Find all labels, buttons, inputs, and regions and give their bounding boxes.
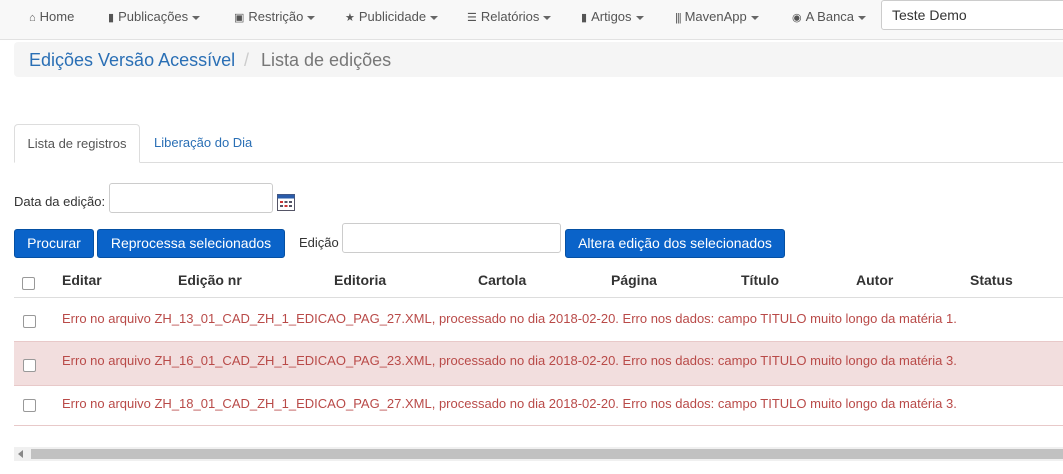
date-label: Data da edição: — [14, 194, 106, 209]
star-icon: ★ — [345, 12, 355, 24]
caret-down-icon — [307, 15, 316, 20]
caret-down-icon — [858, 15, 867, 20]
row-checkbox[interactable] — [23, 399, 36, 412]
select-all-checkbox[interactable] — [22, 277, 35, 290]
search-input[interactable] — [881, 0, 1063, 30]
caret-down-icon — [430, 15, 439, 20]
nav-restricao-label: Restrição — [248, 9, 304, 24]
scroll-left-arrow-icon[interactable] — [18, 450, 23, 458]
nav-publicidade[interactable]: ★ Publicidade — [345, 0, 439, 34]
column-header-editar: Editar — [62, 272, 102, 288]
column-header-edicao-nr: Edição nr — [178, 272, 242, 288]
calendar-icon[interactable] — [277, 193, 295, 211]
caret-down-icon — [543, 15, 552, 20]
edition-label: Edição — [299, 235, 339, 250]
row-error-message: Erro no arquivo ZH_18_01_CAD_ZH_1_EDICAO… — [62, 396, 957, 411]
edition-input[interactable] — [342, 223, 561, 253]
nav-publicidade-label: Publicidade — [358, 9, 427, 24]
nav-mavenapp-label: MavenApp — [684, 9, 747, 24]
horizontal-scrollbar[interactable] — [14, 447, 1063, 461]
list-icon: ☰ — [467, 12, 477, 24]
bookmark-icon: ▮ — [581, 12, 588, 24]
nav-home[interactable]: ⌂ Home — [29, 0, 74, 34]
nav-abanca-label: A Banca — [805, 9, 855, 24]
nav-relatorios[interactable]: ☰ Relatórios — [467, 0, 552, 34]
tab-liberacao-do-dia[interactable]: Liberação do Dia — [154, 124, 252, 162]
table-row: Erro no arquivo ZH_16_01_CAD_ZH_1_EDICAO… — [14, 341, 1063, 385]
top-navbar: ⌂ Home ▮ Publicações ▣ Restrição ★ Publicida… — [0, 0, 1063, 40]
row-checkbox[interactable] — [23, 315, 36, 328]
date-input[interactable] — [109, 183, 273, 213]
row-error-message: Erro no arquivo ZH_16_01_CAD_ZH_1_EDICAO… — [62, 353, 957, 368]
breadcrumb: Edições Versão Acessível / Lista de ediç… — [14, 42, 1063, 77]
nav-publicacoes-label: Publicações — [118, 9, 189, 24]
nav-mavenapp[interactable]: ||| MavenApp — [675, 0, 759, 34]
nav-artigos-label: Artigos — [591, 9, 632, 24]
breadcrumb-separator: / — [244, 50, 250, 70]
tab-lista-de-registros[interactable]: Lista de registros — [14, 124, 140, 163]
nav-relatorios-label: Relatórios — [480, 9, 540, 24]
breadcrumb-link[interactable]: Edições Versão Acessível — [29, 50, 235, 71]
caret-down-icon — [635, 15, 644, 20]
nav-publicacoes[interactable]: ▮ Publicações — [108, 0, 201, 34]
caret-down-icon — [750, 15, 759, 20]
column-header-editoria: Editoria — [334, 272, 387, 288]
column-header-pagina: Página — [611, 272, 657, 288]
nav-restricao[interactable]: ▣ Restrição — [234, 0, 316, 34]
column-header-cartola: Cartola — [478, 272, 527, 288]
home-icon: ⌂ — [29, 12, 36, 24]
scrollbar-thumb[interactable] — [31, 449, 1063, 459]
nav-artigos[interactable]: ▮ Artigos — [581, 0, 644, 34]
barcode-icon: ||| — [675, 12, 682, 24]
nav-abanca[interactable]: ◉ A Banca — [792, 0, 867, 34]
table-row: Erro no arquivo ZH_13_01_CAD_ZH_1_EDICAO… — [14, 297, 1063, 341]
search-button[interactable]: Procurar — [14, 229, 94, 258]
reprocess-selected-button[interactable]: Reprocessa selecionados — [97, 229, 285, 258]
nav-home-label: Home — [39, 9, 75, 24]
row-error-message: Erro no arquivo ZH_13_01_CAD_ZH_1_EDICAO… — [62, 311, 957, 326]
tabs-divider — [14, 162, 1063, 163]
row-checkbox[interactable] — [23, 359, 36, 372]
column-header-status: Status — [970, 272, 1013, 288]
file-icon: ▮ — [108, 12, 115, 24]
lock-icon: ▣ — [234, 12, 245, 24]
table-row: Erro no arquivo ZH_18_01_CAD_ZH_1_EDICAO… — [14, 385, 1063, 426]
change-edition-selected-button[interactable]: Altera edição dos selecionados — [565, 229, 785, 258]
column-header-titulo: Título — [741, 272, 780, 288]
column-header-autor: Autor — [856, 272, 894, 288]
caret-down-icon — [192, 15, 201, 20]
breadcrumb-current: Lista de edições — [261, 50, 392, 70]
globe-icon: ◉ — [792, 12, 802, 24]
